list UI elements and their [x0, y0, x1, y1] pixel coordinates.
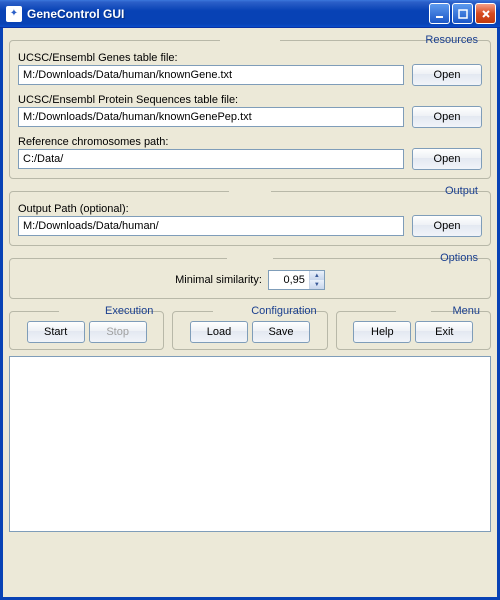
save-button[interactable]: Save [252, 321, 310, 343]
app-icon: ✦ [6, 6, 22, 22]
protein-file-label: UCSC/Ensembl Protein Sequences table fil… [18, 94, 482, 106]
resources-legend: Resources [421, 34, 482, 46]
log-textarea[interactable] [9, 356, 491, 532]
output-legend: Output [441, 185, 482, 197]
window-title: GeneControl GUI [27, 7, 429, 21]
minimize-button[interactable] [429, 3, 450, 24]
menu-group: Menu Help Exit [336, 305, 491, 350]
similarity-input[interactable] [269, 271, 309, 289]
execution-group: Execution Start Stop [9, 305, 164, 350]
similarity-down-button[interactable]: ▼ [310, 280, 324, 289]
output-open-button[interactable]: Open [412, 215, 482, 237]
titlebar: ✦ GeneControl GUI [0, 0, 500, 28]
close-button[interactable] [475, 3, 496, 24]
configuration-legend: Configuration [247, 305, 320, 317]
start-button[interactable]: Start [27, 321, 85, 343]
client-area: Resources UCSC/Ensembl Genes table file:… [0, 28, 500, 600]
protein-open-button[interactable]: Open [412, 106, 482, 128]
output-path-input[interactable] [18, 216, 404, 236]
window-buttons [429, 3, 496, 24]
stop-button[interactable]: Stop [89, 321, 147, 343]
configuration-group: Configuration Load Save [172, 305, 327, 350]
similarity-spinner[interactable]: ▲ ▼ [268, 270, 325, 290]
similarity-label: Minimal similarity: [175, 274, 262, 286]
options-group: Options Minimal similarity: ▲ ▼ [9, 252, 491, 299]
chrom-path-input[interactable] [18, 149, 404, 169]
exit-button[interactable]: Exit [415, 321, 473, 343]
resources-group: Resources UCSC/Ensembl Genes table file:… [9, 34, 491, 179]
genes-file-input[interactable] [18, 65, 404, 85]
menu-legend: Menu [448, 305, 484, 317]
load-button[interactable]: Load [190, 321, 248, 343]
help-button[interactable]: Help [353, 321, 411, 343]
execution-legend: Execution [101, 305, 157, 317]
chrom-path-label: Reference chromosomes path: [18, 136, 482, 148]
output-path-label: Output Path (optional): [18, 203, 482, 215]
chrom-open-button[interactable]: Open [412, 148, 482, 170]
genes-open-button[interactable]: Open [412, 64, 482, 86]
output-group: Output Output Path (optional): Open [9, 185, 491, 246]
protein-file-input[interactable] [18, 107, 404, 127]
maximize-button[interactable] [452, 3, 473, 24]
options-legend: Options [436, 252, 482, 264]
genes-file-label: UCSC/Ensembl Genes table file: [18, 52, 482, 64]
similarity-up-button[interactable]: ▲ [310, 271, 324, 280]
